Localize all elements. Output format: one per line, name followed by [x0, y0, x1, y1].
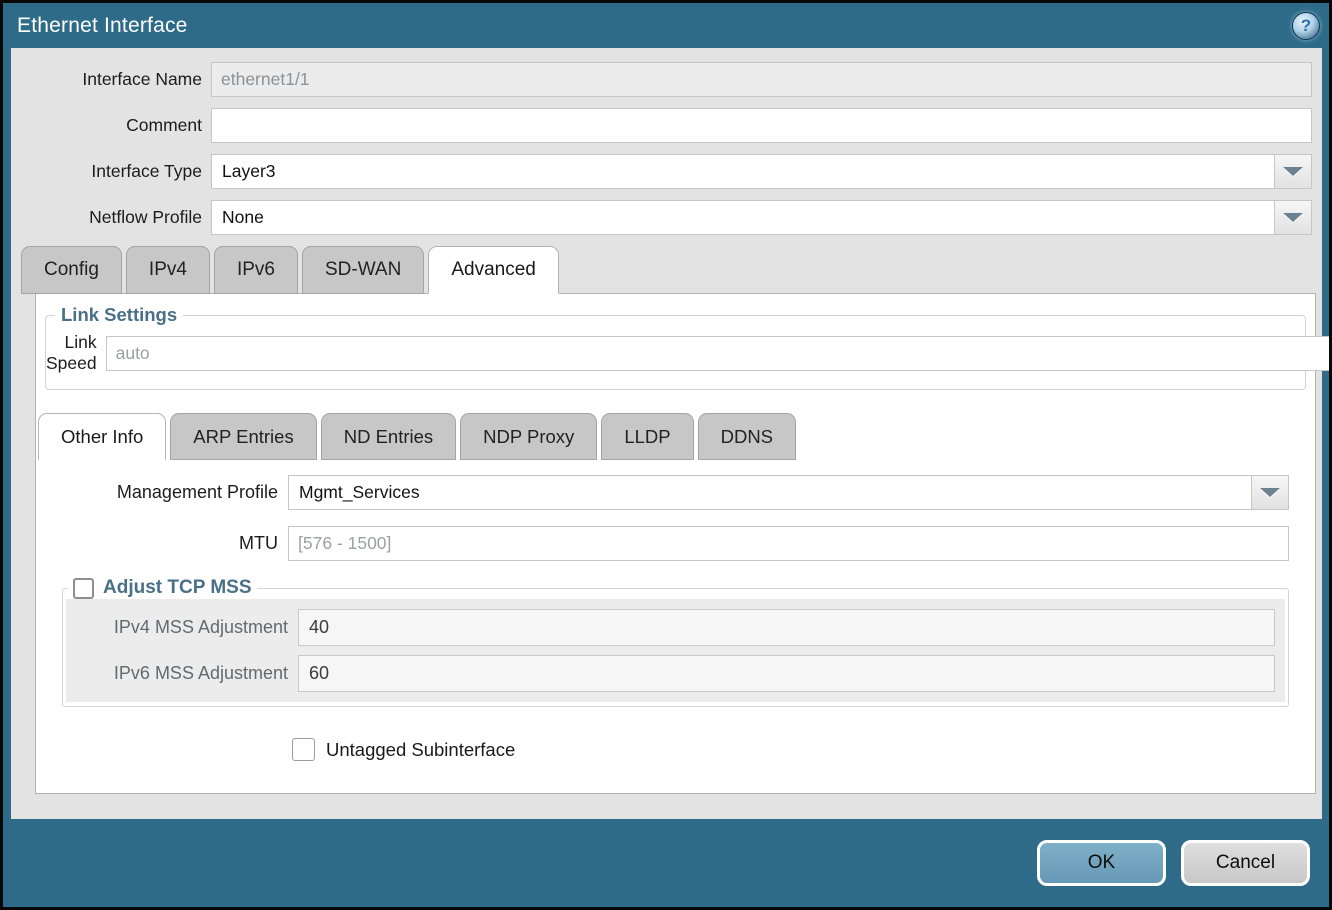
tab-arp-entries[interactable]: ARP Entries: [170, 413, 316, 460]
tab-ddns[interactable]: DDNS: [698, 413, 796, 460]
interface-name-row: Interface Name: [11, 62, 1312, 97]
tab-advanced[interactable]: Advanced: [428, 246, 559, 294]
link-settings-legend: Link Settings: [55, 304, 183, 326]
adjust-tcp-mss-legend: Adjust TCP MSS: [68, 577, 257, 599]
chevron-down-icon: [1283, 167, 1303, 176]
comment-row: Comment: [11, 108, 1312, 143]
titlebar: Ethernet Interface ?: [3, 3, 1329, 48]
comment-label: Comment: [11, 115, 211, 136]
mtu-input[interactable]: [288, 526, 1289, 561]
adjust-tcp-mss-group: Adjust TCP MSS IPv4 MSS Adjustment IPv6 …: [62, 577, 1289, 707]
adjust-tcp-mss-checkbox[interactable]: [73, 578, 94, 599]
link-settings-group: Link Settings Link Speed Link Duplex Lin…: [45, 304, 1306, 390]
mtu-row: MTU: [36, 526, 1289, 561]
ok-button[interactable]: OK: [1037, 840, 1166, 886]
link-speed-input[interactable]: [106, 336, 1332, 371]
netflow-profile-label: Netflow Profile: [11, 207, 211, 228]
other-info-panel: Management Profile Mgmt_Services MTU: [36, 475, 1315, 761]
dialog-title: Ethernet Interface: [17, 14, 188, 38]
management-profile-value: Mgmt_Services: [289, 476, 1251, 509]
tab-ipv6[interactable]: IPv6: [214, 246, 298, 294]
ipv4-mss-input: [298, 609, 1275, 646]
interface-name-input: [211, 62, 1312, 97]
ipv4-mss-label: IPv4 MSS Adjustment: [66, 617, 298, 638]
mss-fields-band: IPv4 MSS Adjustment IPv6 MSS Adjustment: [66, 599, 1285, 702]
management-profile-dropdown-button[interactable]: [1251, 476, 1288, 509]
interface-type-row: Interface Type Layer3: [11, 154, 1312, 189]
tab-ndp-proxy[interactable]: NDP Proxy: [460, 413, 597, 460]
comment-input[interactable]: [211, 108, 1312, 143]
help-icon[interactable]: ?: [1292, 12, 1320, 40]
interface-type-dropdown[interactable]: Layer3: [211, 154, 1312, 189]
chevron-down-icon: [1260, 488, 1280, 497]
chevron-down-icon: [1283, 213, 1303, 222]
tab-nd-entries[interactable]: ND Entries: [321, 413, 456, 460]
ethernet-interface-dialog: Ethernet Interface ? Interface Name Comm…: [0, 0, 1332, 910]
untagged-subinterface-checkbox[interactable]: [292, 738, 315, 761]
adjust-tcp-mss-label: Adjust TCP MSS: [103, 577, 252, 599]
management-profile-dropdown[interactable]: Mgmt_Services: [288, 475, 1289, 510]
tab-config[interactable]: Config: [21, 246, 122, 294]
netflow-profile-row: Netflow Profile None: [11, 200, 1312, 235]
top-form: Interface Name Comment Interface Type La…: [11, 48, 1322, 235]
untagged-subinterface-label: Untagged Subinterface: [326, 739, 515, 761]
interface-name-label: Interface Name: [11, 69, 211, 90]
main-tabbar: Config IPv4 IPv6 SD-WAN Advanced: [11, 246, 1322, 294]
interface-type-label: Interface Type: [11, 161, 211, 182]
link-speed-label: Link Speed: [46, 332, 106, 374]
cancel-button[interactable]: Cancel: [1181, 840, 1310, 886]
ipv6-mss-label: IPv6 MSS Adjustment: [66, 663, 298, 684]
inner-tabbar: Other Info ARP Entries ND Entries NDP Pr…: [36, 413, 1315, 460]
ipv4-mss-row: IPv4 MSS Adjustment: [66, 604, 1285, 650]
link-settings-row: Link Speed Link Duplex Link State auto: [46, 328, 1305, 374]
footer: OK Cancel: [3, 819, 1329, 907]
ipv6-mss-row: IPv6 MSS Adjustment: [66, 650, 1285, 696]
management-profile-label: Management Profile: [36, 482, 288, 503]
netflow-profile-dropdown[interactable]: None: [211, 200, 1312, 235]
tab-lldp[interactable]: LLDP: [601, 413, 693, 460]
ipv6-mss-input: [298, 655, 1275, 692]
mtu-label: MTU: [36, 533, 288, 554]
tab-other-info[interactable]: Other Info: [38, 413, 166, 460]
interface-type-dropdown-button[interactable]: [1274, 155, 1311, 188]
tab-sdwan[interactable]: SD-WAN: [302, 246, 424, 294]
tab-ipv4[interactable]: IPv4: [126, 246, 210, 294]
management-profile-row: Management Profile Mgmt_Services: [36, 475, 1289, 510]
interface-type-value: Layer3: [212, 155, 1274, 188]
advanced-tab-panel: Link Settings Link Speed Link Duplex Lin…: [35, 293, 1316, 794]
netflow-profile-dropdown-button[interactable]: [1274, 201, 1311, 234]
untagged-subinterface-row: Untagged Subinterface: [292, 738, 1315, 761]
netflow-profile-value: None: [212, 201, 1274, 234]
dialog-body: Interface Name Comment Interface Type La…: [11, 48, 1322, 819]
